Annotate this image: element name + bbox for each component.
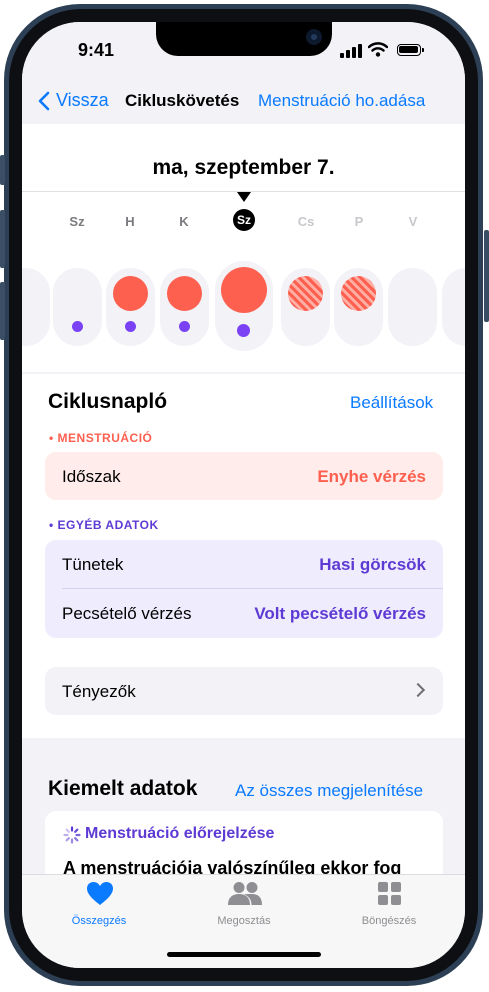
grid-icon — [378, 882, 401, 905]
people-icon — [228, 882, 262, 905]
back-label: Vissza — [56, 90, 109, 110]
today-pointer-icon — [237, 192, 251, 202]
symptoms-label: Tünetek — [62, 555, 124, 574]
tab-bar: Összegzés Megosztás Böngészés — [22, 874, 465, 968]
symptoms-row[interactable]: Tünetek Hasi görcsök — [45, 540, 443, 589]
day-label-fri: P — [354, 214, 364, 229]
menstruation-marker — [167, 276, 202, 311]
navigation-bar: Vissza Cikluskövetés Menstruáció ho.adás… — [22, 78, 465, 124]
wifi-icon — [368, 42, 388, 57]
cycle-log-section: Ciklusnapló Beállítások • MENSTRUÁCIÓ Id… — [22, 374, 465, 738]
chevron-right-icon — [410, 682, 426, 698]
loading-spinner-icon — [63, 826, 81, 844]
side-button — [484, 230, 489, 322]
data-logged-dot — [125, 321, 136, 332]
spotting-value: Volt pecsételő vérzés — [254, 604, 426, 623]
data-logged-dot — [237, 324, 250, 337]
day-cell[interactable] — [442, 268, 465, 346]
spotting-row[interactable]: Pecsételő vérzés Volt pecsételő vérzés — [45, 589, 443, 638]
day-label-sun: V — [408, 214, 418, 229]
mute-switch — [0, 155, 5, 185]
day-cell-today[interactable] — [215, 261, 273, 351]
volume-down-button — [0, 282, 5, 340]
show-all-link[interactable]: Az összes megjelenítése — [235, 781, 423, 801]
other-data-header: • EGYÉB ADATOK — [49, 518, 159, 532]
prediction-title: Menstruáció előrejelzése — [85, 825, 275, 842]
tab-browse-label: Böngészés — [361, 915, 417, 927]
selected-date-title: ma, szeptember 7. — [152, 156, 335, 179]
tab-summary-label: Összegzés — [71, 915, 127, 927]
day-label-thu: Cs — [297, 214, 315, 229]
cycle-log-title: Ciklusnapló — [48, 390, 168, 413]
data-logged-dot — [72, 321, 83, 332]
symptoms-value: Hasi görcsök — [319, 555, 426, 574]
predicted-menstruation-marker — [341, 276, 376, 311]
battery-icon — [397, 44, 424, 56]
add-menstruation-button[interactable]: Menstruáció ho.adása — [258, 91, 425, 111]
page-title: Cikluskövetés — [125, 91, 240, 110]
day-label-mon: H — [125, 214, 135, 229]
chevron-left-icon — [38, 91, 50, 110]
notch — [156, 22, 332, 56]
data-logged-dot — [179, 321, 190, 332]
predicted-menstruation-marker — [288, 276, 323, 311]
day-cell[interactable] — [334, 268, 383, 346]
day-cell[interactable] — [388, 268, 437, 346]
back-button[interactable]: Vissza — [38, 90, 109, 111]
factors-row[interactable]: Tényezők — [45, 667, 443, 715]
period-row[interactable]: Időszak Enyhe vérzés — [45, 452, 443, 500]
phone: 9:41 Vissza Cikluskövetés Menstruáció ho… — [0, 0, 489, 992]
home-indicator[interactable] — [167, 952, 321, 957]
period-value: Enyhe vérzés — [317, 467, 426, 486]
day-cell[interactable] — [22, 268, 50, 346]
day-label-wed-prev: Sz — [69, 214, 85, 229]
day-label-today: Sz — [233, 209, 255, 231]
screen: 9:41 Vissza Cikluskövetés Menstruáció ho… — [22, 22, 465, 968]
menstruation-marker — [113, 276, 148, 311]
day-cell[interactable] — [106, 268, 155, 346]
tab-sharing-label: Megosztás — [217, 915, 271, 927]
volume-up-button — [0, 210, 5, 268]
other-data-card: Tünetek Hasi görcsök Pecsételő vérzés Vo… — [45, 540, 443, 638]
cycle-calendar: ma, szeptember 7. Sz H K Sz Cs P V — [22, 124, 465, 372]
cellular-signal-icon — [340, 44, 362, 58]
day-label-tue: K — [179, 214, 189, 229]
factors-label: Tényezők — [62, 682, 136, 701]
menstruation-header: • MENSTRUÁCIÓ — [49, 431, 153, 445]
spotting-label: Pecsételő vérzés — [62, 604, 192, 623]
status-time: 9:41 — [78, 40, 115, 60]
settings-link[interactable]: Beállítások — [350, 393, 433, 413]
period-label: Időszak — [62, 467, 121, 486]
day-cell[interactable] — [281, 268, 330, 346]
highlights-title: Kiemelt adatok — [48, 777, 198, 800]
camera-icon — [306, 29, 322, 45]
menstruation-marker — [221, 267, 267, 313]
day-cell[interactable] — [53, 268, 102, 346]
day-cell[interactable] — [160, 268, 209, 346]
heart-icon — [87, 882, 113, 905]
